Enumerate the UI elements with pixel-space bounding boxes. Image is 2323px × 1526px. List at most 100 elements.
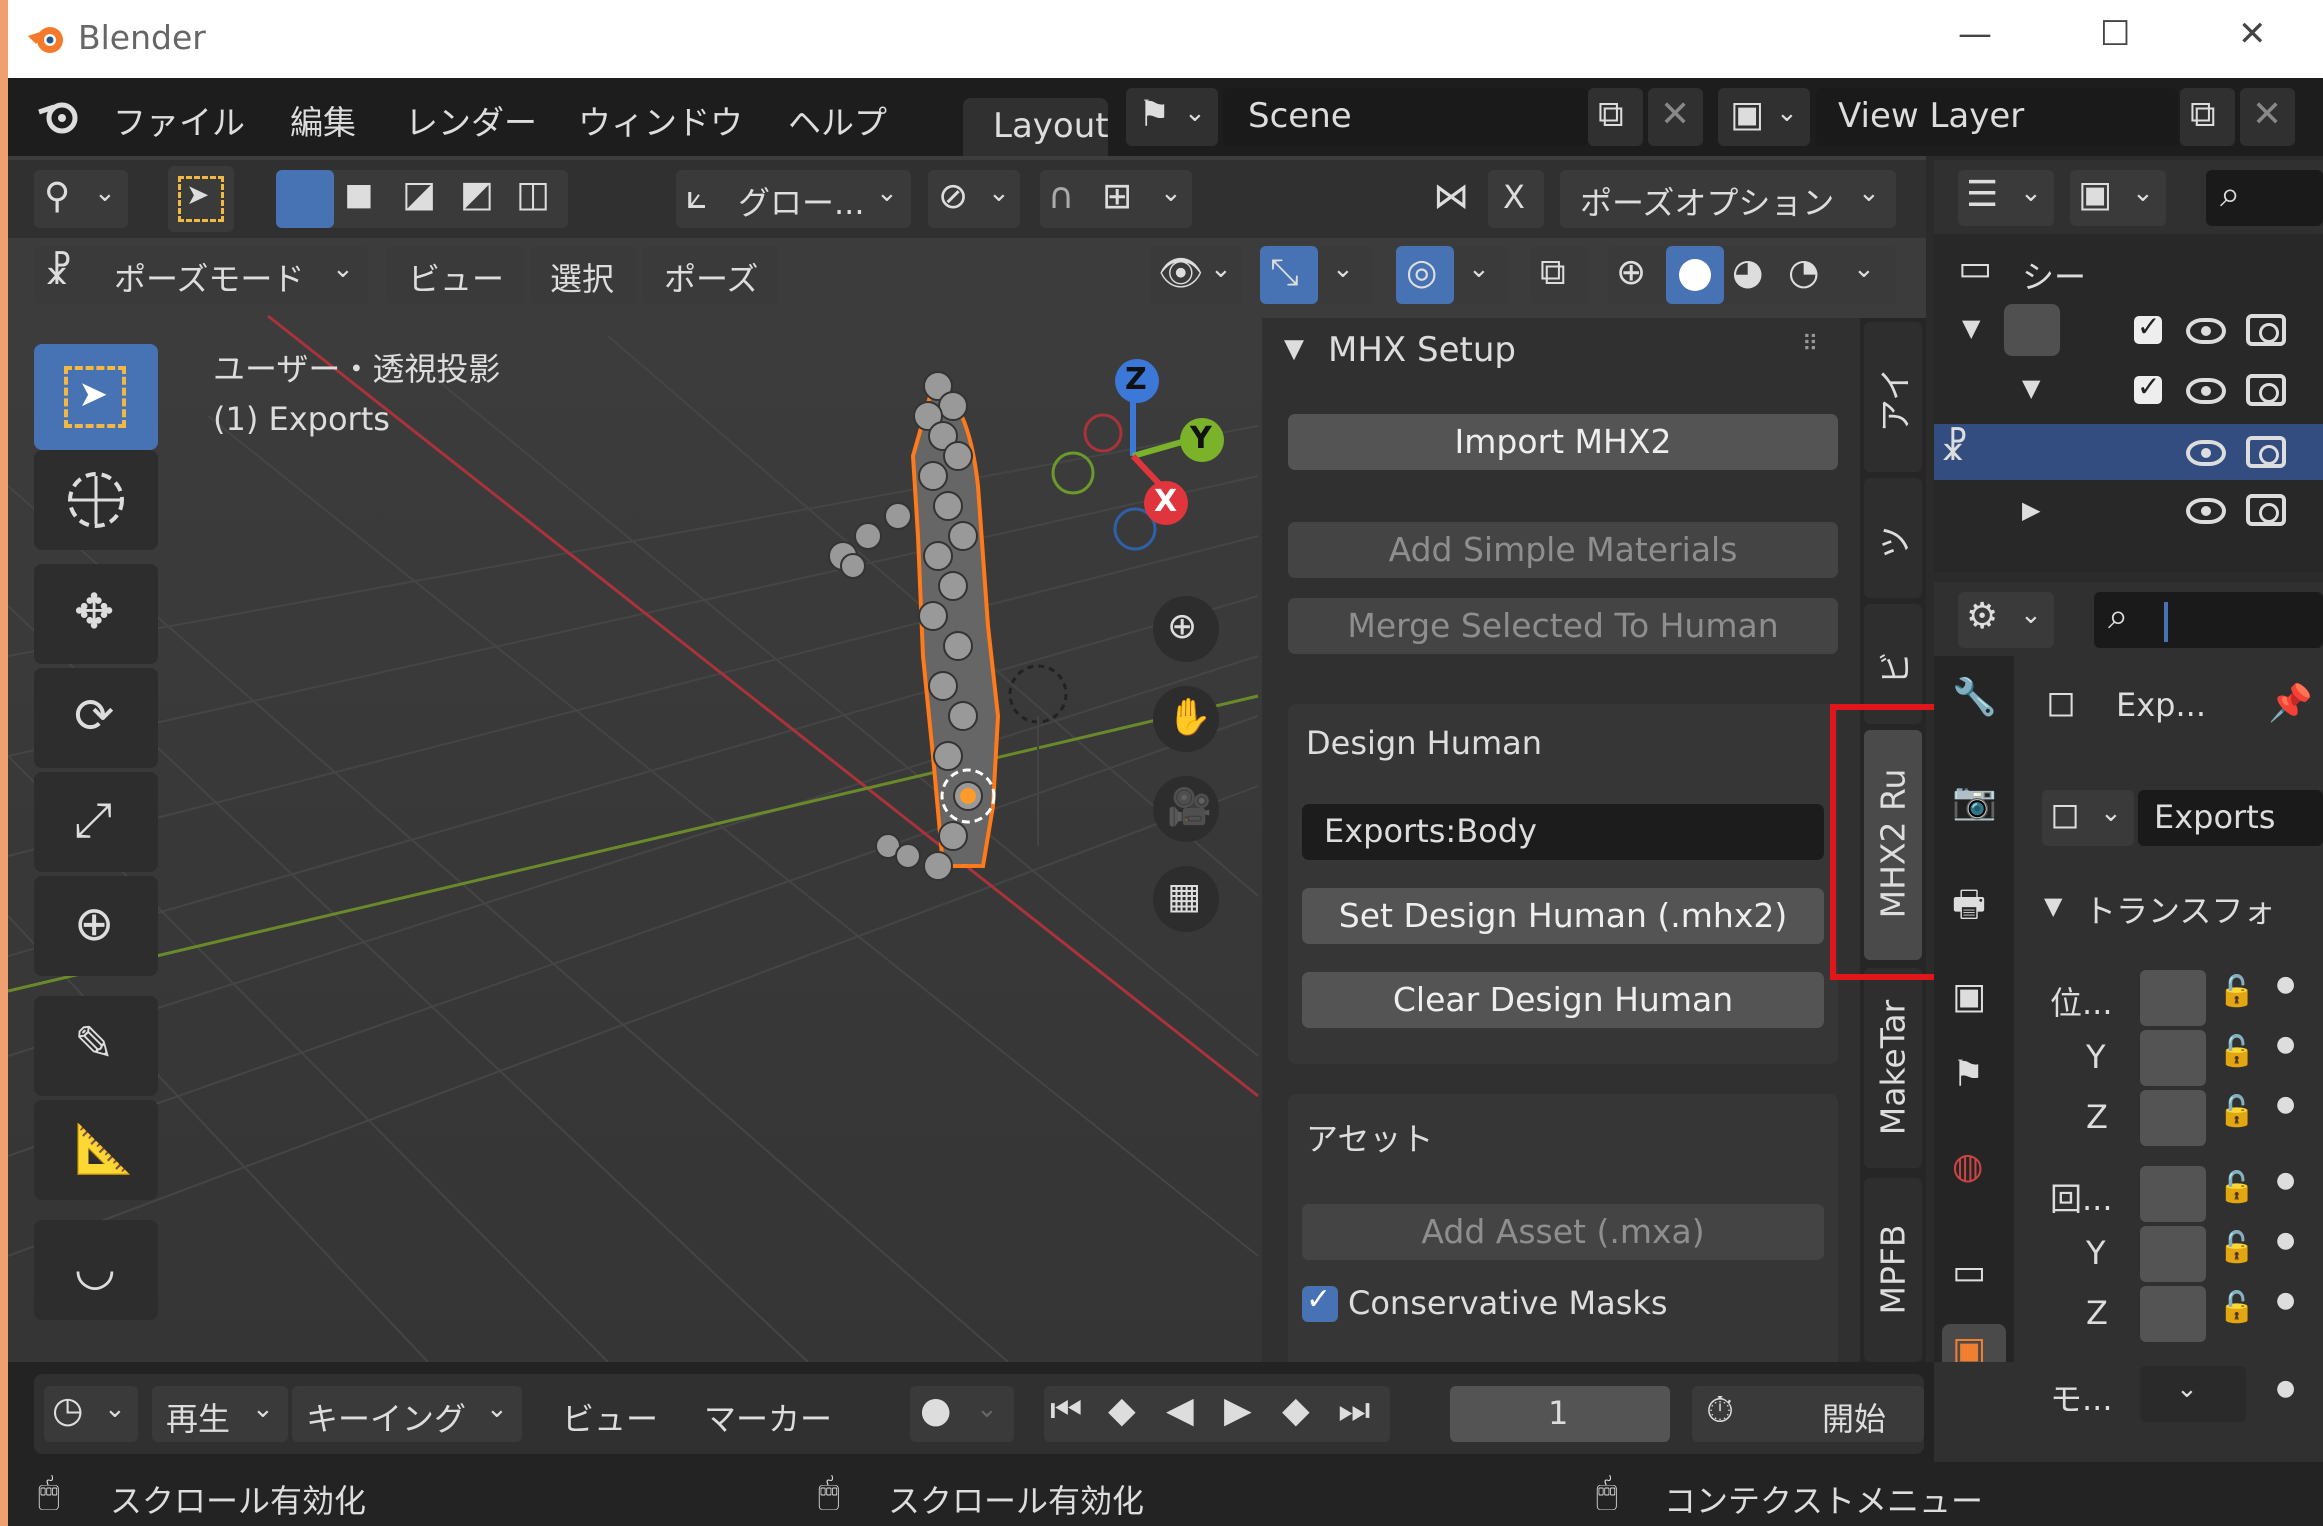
minimize-button[interactable]: — [1958,14,1992,54]
scene-copy-button[interactable]: ⧉ [1588,88,1643,146]
filter-dropdown[interactable]: ▣ ⌄ [2070,170,2166,226]
camera-icon[interactable] [2246,436,2286,468]
tab-tool[interactable]: ツ [1864,478,1922,598]
lock-icon[interactable]: 🔓 [2218,1094,2255,1129]
close-button[interactable]: ✕ [2238,14,2267,54]
tool-transform[interactable]: ⊕ [34,876,158,976]
collapse-icon[interactable]: ▶ [2022,496,2040,524]
tab-mpfb[interactable]: MPFB [1864,1178,1922,1362]
pin-icon[interactable]: 📌 [2268,682,2313,724]
gizmo-y-axis[interactable]: Y [1180,418,1224,462]
xray-toggle[interactable]: ⧉ [1530,246,1588,304]
tool-rotate[interactable]: ⟳ [34,668,158,768]
outliner-search[interactable]: ⌕ [2206,170,2323,226]
camera-view-button[interactable]: 🎥 [1153,776,1219,842]
editor-type-dropdown[interactable]: ⚙ ⌄ [1958,592,2054,648]
pose-options-dropdown[interactable]: ポーズオプション ⌄ [1560,170,1896,228]
display-mode-dropdown[interactable]: ☰ ⌄ [1958,170,2054,226]
pose-tool-dropdown[interactable]: ⚲ ⌄ [34,170,128,228]
overlay-toggle[interactable]: ◎ [1396,246,1454,304]
keyframe-dot-icon[interactable]: ● [2276,1168,2295,1193]
rotation-z-field[interactable] [2140,1286,2206,1342]
menu-help[interactable]: ヘルプ [788,96,887,144]
pivot-point-dropdown[interactable]: ⊘ ⌄ [928,170,1020,228]
object-browse-dropdown[interactable]: ◻ ⌄ [2042,790,2134,846]
keyframe-dot-icon[interactable]: ● [2276,1288,2295,1313]
scene-properties-icon[interactable]: ⚑ [1952,1054,1984,1095]
menu-playback[interactable]: 再生 ⌄ [152,1386,288,1442]
menu-file[interactable]: ファイル [113,96,245,144]
view-layer-copy-button[interactable]: ⧉ [2180,88,2235,146]
object-name-field[interactable]: Exports [2138,790,2323,846]
tool-annotate[interactable]: ✎ [34,996,158,1096]
record-icon[interactable]: ● [920,1390,951,1431]
ortho-toggle-button[interactable]: ▦ [1153,866,1219,932]
transform-collapse-icon[interactable]: ▼ [2044,892,2062,920]
camera-icon[interactable] [2246,374,2286,406]
keyframe-dot-icon[interactable]: ● [2276,1092,2295,1117]
rotation-y-field[interactable] [2140,1226,2206,1282]
scene-browse-button[interactable]: ⚑ ⌄ [1126,88,1218,146]
gizmo-toggle-group[interactable]: ⤡ ⌄ [1260,246,1372,304]
view-layer-name-field[interactable]: View Layer [1816,88,2178,146]
keyframe-dot-icon[interactable]: ● [2276,1032,2295,1057]
transform-orientation-dropdown[interactable]: ⟀ グロー... ⌄ [676,170,911,228]
add-asset-button[interactable]: Add Asset (.mxa) [1302,1204,1824,1260]
conservative-masks-checkbox[interactable]: ✓ [1302,1282,1338,1322]
properties-search[interactable]: ⌕ [2094,592,2323,648]
menu-select[interactable]: 選択 [530,246,636,304]
render-properties-icon[interactable]: 📷 [1952,780,1997,822]
next-keyframe-icon[interactable]: ◆ [1282,1390,1310,1431]
tool-cursor[interactable] [34,450,158,550]
select-new-icon[interactable] [276,170,334,228]
snap-increment-icon[interactable]: ⊞ [1102,176,1132,217]
lock-icon[interactable]: 🔓 [2218,1230,2255,1265]
visibility-dropdown[interactable]: 👁 ⌄ [1150,246,1242,304]
collection-row-icon[interactable] [2004,304,2060,356]
prev-keyframe-icon[interactable]: ◆ [1108,1390,1136,1431]
pan-button[interactable]: ✋ [1153,686,1219,752]
keyframe-dot-icon[interactable]: ● [2276,972,2295,997]
expand-icon[interactable]: ▼ [2022,374,2040,402]
tool-move[interactable]: ✥ [34,564,158,664]
world-properties-icon[interactable]: ◍ [1952,1146,1983,1187]
menu-edit[interactable]: 編集 [290,96,356,144]
gizmo-x-axis[interactable]: X [1144,481,1188,525]
mode-dropdown[interactable]: ☧ ポーズモード ⌄ [34,246,368,304]
drag-handle-icon[interactable]: ⠿ [1802,332,1818,357]
rendered-shading-icon[interactable]: ◔ [1788,252,1819,293]
material-shading-icon[interactable]: ◕ [1732,252,1763,293]
scene-delete-button[interactable]: ✕ [1648,88,1703,146]
tab-layout[interactable]: Layout [963,98,1109,156]
blender-menu-icon[interactable] [36,96,82,138]
tab-maketarget[interactable]: MakeTar [1864,968,1922,1168]
tool-select-box[interactable]: ➤ [34,344,158,450]
view-layer-browse-button[interactable]: ▣ ⌄ [1718,88,1810,146]
collection-checkbox[interactable] [2134,310,2162,344]
select-invert-icon[interactable]: ◩ [460,174,494,215]
play-reverse-icon[interactable]: ◀ [1166,1390,1194,1431]
timeline-menu-view[interactable]: ビュー [562,1394,658,1440]
menu-window[interactable]: ウィンドウ [578,96,743,144]
tool-properties-icon[interactable]: 🔧 [1952,676,1997,718]
import-mhx2-button[interactable]: Import MHX2 [1288,414,1838,470]
zoom-button[interactable]: ⊕ [1153,596,1219,662]
add-simple-materials-button[interactable]: Add Simple Materials [1288,522,1838,578]
eye-icon[interactable] [2186,498,2226,524]
eye-icon[interactable] [2186,440,2226,466]
magnet-icon[interactable]: ∩ [1048,176,1074,217]
view-layer-delete-button[interactable]: ✕ [2240,88,2295,146]
gizmo-z-axis[interactable]: Z [1115,359,1159,403]
playback-controls[interactable]: ⏮ ◆ ◀ ▶ ◆ ⏭ [1044,1386,1390,1442]
clear-design-human-button[interactable]: Clear Design Human [1302,972,1824,1028]
play-icon[interactable]: ▶ [1224,1390,1252,1431]
select-extend-icon[interactable]: ◼ [344,174,374,215]
menu-render[interactable]: レンダー [405,96,537,144]
timeline-menu-marker[interactable]: マーカー [704,1394,832,1440]
start-frame-field[interactable]: ⏱ 開始 [1692,1386,1924,1442]
rotation-w-field[interactable] [2140,1166,2206,1222]
view-layer-properties-icon[interactable]: ▣ [1952,976,1986,1017]
snap-group[interactable]: ∩ ⊞ ⌄ [1040,170,1192,228]
jump-start-icon[interactable]: ⏮ [1050,1390,1082,1432]
lock-icon[interactable]: 🔓 [2218,1034,2255,1069]
